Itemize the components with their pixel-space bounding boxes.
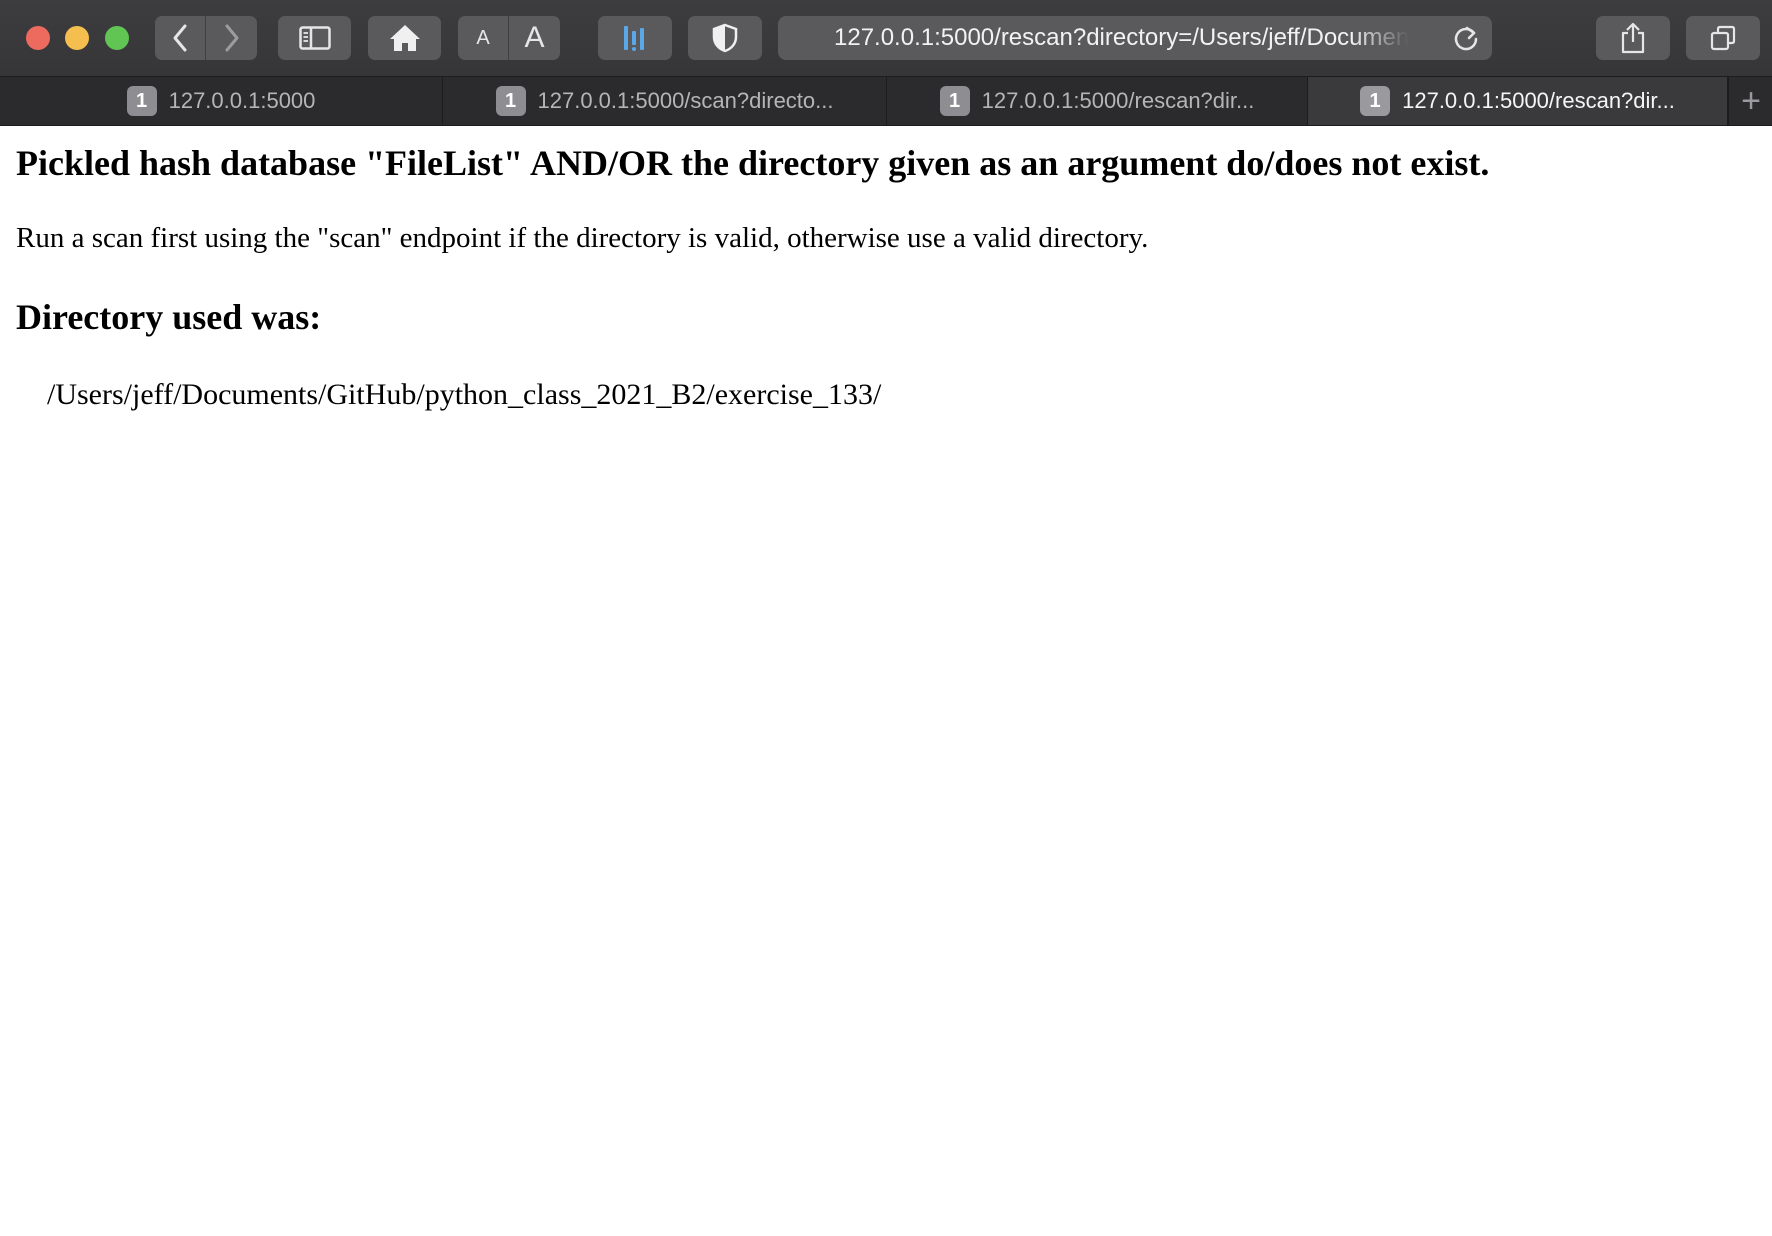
share-icon: [1621, 22, 1645, 54]
tab-favicon: 1: [495, 86, 526, 116]
home-icon: [389, 25, 420, 51]
share-button[interactable]: [1596, 16, 1670, 60]
small-a-label: A: [476, 26, 490, 49]
error-heading: Pickled hash database "FileList" AND/OR …: [16, 143, 1490, 183]
tab-label: 127.0.0.1:5000/rescan?dir...: [981, 88, 1255, 113]
address-bar[interactable]: 127.0.0.1:5000/rescan?directory=/Users/j…: [778, 16, 1492, 60]
reload-icon[interactable]: [1452, 24, 1480, 52]
directory-heading: Directory used was:: [16, 297, 322, 337]
back-button[interactable]: [155, 16, 205, 60]
privacy-report-button[interactable]: [688, 16, 762, 60]
plus-icon: +: [1741, 81, 1761, 120]
tab-bar: 1 127.0.0.1:5000 1 127.0.0.1:5000/scan?d…: [0, 77, 1772, 126]
tab-label: 127.0.0.1:5000/scan?directo...: [537, 88, 834, 113]
tab-rescan-active[interactable]: 1 127.0.0.1:5000/rescan?dir...: [1308, 77, 1728, 125]
tab-label: 127.0.0.1:5000: [168, 88, 316, 113]
chevron-left-icon: [173, 24, 187, 52]
tabs-overview-button[interactable]: [1686, 16, 1760, 60]
tab-scan[interactable]: 1 127.0.0.1:5000/scan?directo...: [443, 77, 887, 125]
tab-rescan[interactable]: 1 127.0.0.1:5000/rescan?dir...: [887, 77, 1308, 125]
close-window-icon[interactable]: [26, 26, 50, 50]
chevron-right-icon: [225, 24, 238, 52]
sidebar-button[interactable]: [278, 16, 351, 60]
tab-favicon: 1: [939, 86, 970, 116]
page-content: Pickled hash database "FileList" AND/OR …: [0, 126, 1772, 1236]
extension-icon: [624, 26, 644, 51]
tab-home[interactable]: 1 127.0.0.1:5000: [0, 77, 443, 125]
directory-path: /Users/jeff/Documents/GitHub/python_clas…: [47, 378, 882, 411]
tabs-overview-icon: [1710, 25, 1736, 51]
home-button[interactable]: [368, 16, 441, 60]
tab-favicon: 1: [1360, 86, 1391, 116]
extension-button[interactable]: [598, 16, 672, 60]
shield-icon: [712, 23, 738, 53]
new-tab-button[interactable]: +: [1728, 77, 1772, 125]
tab-label: 127.0.0.1:5000/rescan?dir...: [1402, 88, 1675, 113]
tab-favicon: 1: [126, 86, 157, 116]
browser-toolbar: A A 127.0.0.1:5000/rescan?directory=/Use…: [0, 0, 1772, 77]
error-message: Run a scan first using the "scan" endpoi…: [16, 222, 1149, 254]
address-bar-url[interactable]: 127.0.0.1:5000/rescan?directory=/Users/j…: [834, 16, 1409, 60]
sidebar-icon: [298, 26, 331, 50]
large-a-label: A: [524, 21, 545, 54]
forward-button[interactable]: [206, 16, 257, 60]
increase-text-size-button[interactable]: A: [509, 16, 560, 60]
zoom-window-icon[interactable]: [105, 26, 129, 50]
minimize-window-icon[interactable]: [65, 26, 89, 50]
decrease-text-size-button[interactable]: A: [458, 16, 508, 60]
